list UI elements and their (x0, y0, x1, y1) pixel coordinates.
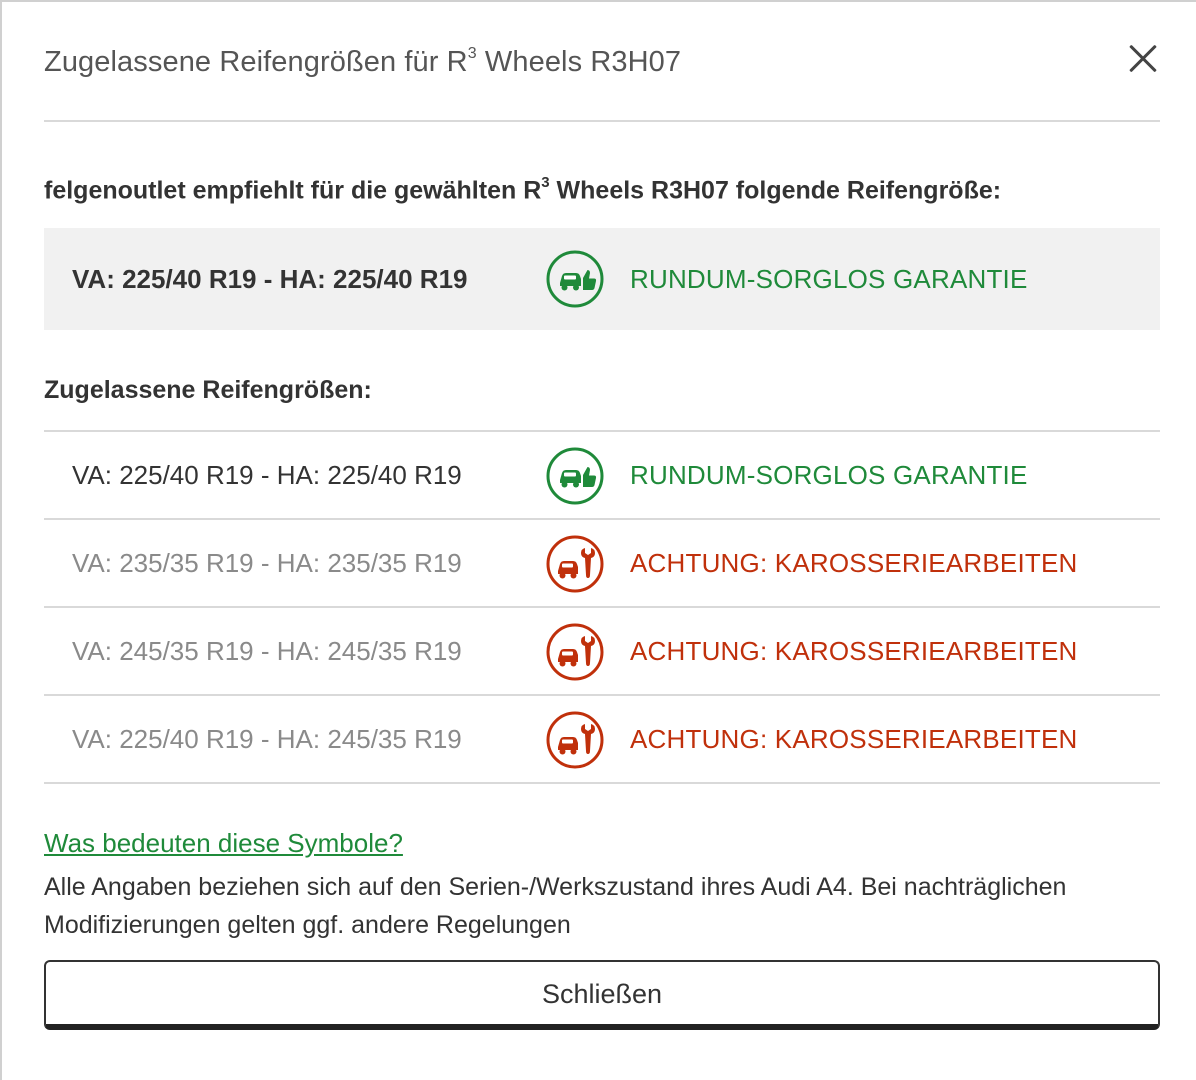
tire-size: VA: 225/40 R19 - HA: 225/40 R19 (72, 460, 462, 490)
list-item: VA: 225/40 R19 - HA: 225/40 R19 RUNDUM-S… (44, 432, 1160, 520)
status-badge-text: RUNDUM-SORGLOS GARANTIE (630, 460, 1028, 490)
recommended-badge-text: RUNDUM-SORGLOS GARANTIE (630, 264, 1028, 294)
approved-sizes-heading: Zugelassene Reifengrößen: (44, 376, 372, 404)
tire-size: VA: 245/35 R19 - HA: 245/35 R19 (72, 636, 462, 666)
tire-size: VA: 235/35 R19 - HA: 235/35 R19 (72, 548, 462, 578)
recommended-size-box: VA: 225/40 R19 - HA: 225/40 R19 RUNDUM-S… (44, 228, 1160, 330)
status-badge-text: ACHTUNG: KAROSSERIEARBEITEN (630, 724, 1078, 754)
symbols-help-link[interactable]: Was bedeuten diese Symbole? (44, 828, 403, 859)
car-wrench-icon (546, 535, 604, 593)
car-thumbs-up-icon (546, 447, 604, 505)
close-button[interactable]: Schließen (44, 960, 1160, 1030)
list-item: VA: 235/35 R19 - HA: 235/35 R19 ACHTUNG:… (44, 520, 1160, 608)
list-item: VA: 225/40 R19 - HA: 245/35 R19 ACHTUNG:… (44, 696, 1160, 784)
car-thumbs-up-icon (546, 250, 604, 308)
car-wrench-icon (546, 623, 604, 681)
dialog-header: Zugelassene Reifengrößen für R3 Wheels R… (44, 32, 1160, 122)
disclaimer-text: Alle Angaben beziehen sich auf den Serie… (44, 873, 1067, 939)
status-badge-text: ACHTUNG: KAROSSERIEARBEITEN (630, 548, 1078, 578)
list-item: VA: 245/35 R19 - HA: 245/35 R19 ACHTUNG:… (44, 608, 1160, 696)
tire-size: VA: 225/40 R19 - HA: 245/35 R19 (72, 724, 462, 754)
close-icon[interactable] (1124, 40, 1160, 76)
status-badge-text: ACHTUNG: KAROSSERIEARBEITEN (630, 636, 1078, 666)
recommended-size: VA: 225/40 R19 - HA: 225/40 R19 (72, 264, 468, 294)
dialog-title: Zugelassene Reifengrößen für R3 Wheels R… (44, 45, 682, 78)
tire-sizes-dialog: Zugelassene Reifengrößen für R3 Wheels R… (0, 0, 1196, 1080)
approved-sizes-list: VA: 225/40 R19 - HA: 225/40 R19 RUNDUM-S… (44, 430, 1160, 784)
recommendation-heading: felgenoutlet empfiehlt für die gewählten… (44, 174, 1002, 205)
car-wrench-icon (546, 711, 604, 769)
